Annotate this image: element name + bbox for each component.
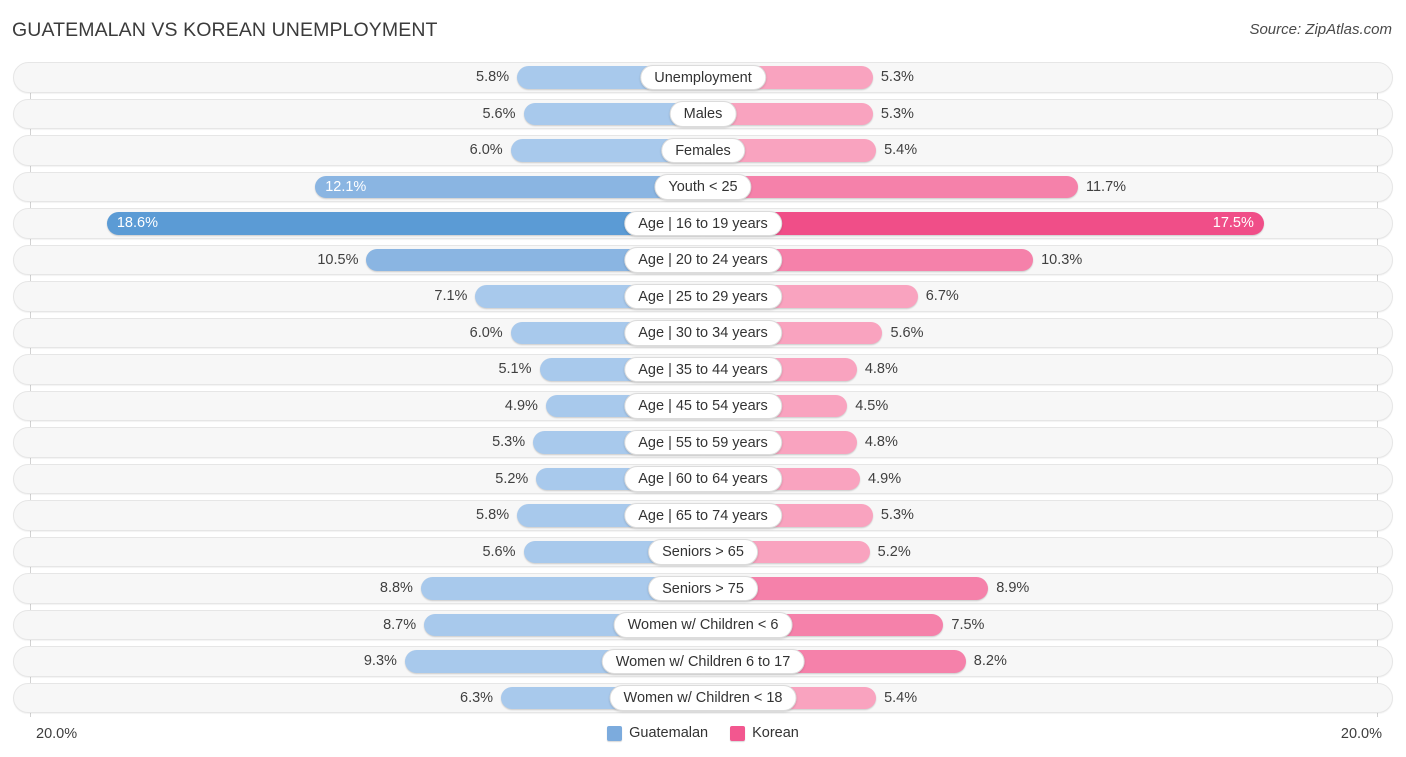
category-label-pill[interactable]: Seniors > 65	[648, 539, 758, 565]
value-label-guatemalan: 7.1%	[434, 288, 468, 304]
category-label-pill[interactable]: Seniors > 75	[648, 575, 758, 601]
legend-swatch-icon	[607, 725, 623, 741]
value-label-guatemalan: 6.0%	[469, 142, 503, 158]
value-label-guatemalan: 6.0%	[469, 324, 503, 341]
chart-footer: 20.0% 20.0% Guatemalan Korean	[0, 717, 1406, 757]
value-label-guatemalan: 18.6%	[116, 215, 158, 231]
category-label-pill[interactable]: Women w/ Children < 6	[613, 612, 793, 638]
chart-row: 12.1% 11.7% Youth < 25	[0, 171, 1406, 202]
category-label-pill[interactable]: Age | 60 to 64 years	[624, 466, 782, 492]
category-label-pill[interactable]: Males	[669, 101, 737, 127]
chart-page: GUATEMALAN VS KOREAN UNEMPLOYMENT Source…	[0, 0, 1406, 757]
chart-row: 8.7% 7.5% Women w/ Children < 6	[0, 609, 1406, 640]
category-label-pill[interactable]: Unemployment	[640, 64, 766, 90]
chart-row: 5.2% 4.9% Age | 60 to 64 years	[0, 463, 1406, 494]
chart-row: 6.0% 5.4% Females	[0, 135, 1406, 166]
chart-header: GUATEMALAN VS KOREAN UNEMPLOYMENT Source…	[0, 0, 1406, 60]
source-attribution: Source: ZipAtlas.com	[1249, 21, 1392, 38]
chart-row: 4.9% 4.5% Age | 45 to 54 years	[0, 390, 1406, 421]
legend-label: Korean	[752, 725, 799, 741]
value-label-korean: 5.2%	[877, 543, 911, 560]
bar-korean[interactable]	[703, 175, 1078, 198]
value-label-guatemalan: 6.3%	[460, 689, 494, 706]
value-label-korean: 17.5%	[1212, 215, 1254, 231]
chart-row: 18.6% 17.5% Age | 16 to 19 years	[0, 208, 1406, 239]
value-label-korean: 11.7%	[1085, 178, 1127, 195]
value-label-korean: 7.5%	[951, 616, 985, 633]
value-label-guatemalan: 5.8%	[476, 69, 510, 85]
chart-row: 5.3% 4.8% Age | 55 to 59 years	[0, 427, 1406, 458]
chart-row: 8.8% 8.9% Seniors > 75	[0, 573, 1406, 604]
chart-plot-area: 5.8% 5.3% Unemployment 5.6% 5.3% Males 6.0% 5.4…	[0, 62, 1406, 717]
chart-row: 7.1% 6.7% Age | 25 to 29 years	[0, 281, 1406, 312]
chart-row: 5.8% 5.3% Age | 65 to 74 years	[0, 500, 1406, 531]
value-label-korean: 4.9%	[868, 470, 902, 487]
value-label-guatemalan: 9.3%	[363, 653, 397, 669]
value-label-guatemalan: 10.5%	[317, 251, 359, 268]
category-label-pill[interactable]: Age | 30 to 34 years	[624, 320, 782, 346]
value-label-korean: 6.7%	[925, 288, 959, 304]
value-label-korean: 4.8%	[864, 361, 898, 377]
category-label-pill[interactable]: Females	[661, 137, 745, 163]
value-label-guatemalan: 5.8%	[476, 507, 510, 523]
chart-row: 10.5% 10.3% Age | 20 to 24 years	[0, 244, 1406, 275]
category-label-pill[interactable]: Age | 20 to 24 years	[624, 247, 782, 273]
chart-row: 5.1% 4.8% Age | 35 to 44 years	[0, 354, 1406, 385]
value-label-korean: 4.8%	[864, 434, 898, 450]
value-label-korean: 5.6%	[890, 324, 924, 341]
value-label-korean: 8.9%	[996, 580, 1030, 596]
chart-row: 5.6% 5.2% Seniors > 65	[0, 536, 1406, 567]
category-label-pill[interactable]: Women w/ Children < 18	[609, 685, 797, 711]
category-label-pill[interactable]: Women w/ Children 6 to 17	[601, 648, 805, 674]
chart-row: 5.6% 5.3% Males	[0, 98, 1406, 129]
value-label-guatemalan: 5.6%	[482, 105, 516, 122]
value-label-guatemalan: 5.1%	[498, 361, 532, 377]
page-title: GUATEMALAN VS KOREAN UNEMPLOYMENT	[12, 19, 438, 41]
value-label-guatemalan: 12.1%	[325, 178, 367, 195]
value-label-guatemalan: 8.7%	[383, 616, 417, 633]
chart-legend: Guatemalan Korean	[0, 725, 1406, 741]
value-label-korean: 5.4%	[884, 142, 918, 158]
category-label-pill[interactable]: Age | 55 to 59 years	[624, 429, 782, 455]
category-label-pill[interactable]: Age | 45 to 54 years	[624, 393, 782, 419]
chart-row: 5.8% 5.3% Unemployment	[0, 62, 1406, 93]
value-label-guatemalan: 5.2%	[495, 470, 529, 487]
value-label-korean: 5.4%	[884, 689, 918, 706]
value-label-guatemalan: 5.3%	[492, 434, 526, 450]
legend-item[interactable]: Guatemalan	[607, 725, 708, 741]
value-label-guatemalan: 5.6%	[482, 543, 516, 560]
chart-row: 6.3% 5.4% Women w/ Children < 18	[0, 682, 1406, 713]
category-label-pill[interactable]: Youth < 25	[654, 174, 752, 200]
value-label-korean: 5.3%	[880, 507, 914, 523]
value-label-korean: 4.5%	[855, 397, 889, 414]
value-label-korean: 5.3%	[880, 105, 914, 122]
value-label-guatemalan: 4.9%	[504, 397, 538, 414]
category-label-pill[interactable]: Age | 25 to 29 years	[624, 283, 782, 309]
value-label-korean: 5.3%	[880, 69, 914, 85]
chart-row: 6.0% 5.6% Age | 30 to 34 years	[0, 317, 1406, 348]
legend-swatch-icon	[730, 725, 746, 741]
category-label-pill[interactable]: Age | 65 to 74 years	[624, 502, 782, 528]
chart-rows: 5.8% 5.3% Unemployment 5.6% 5.3% Males 6.0% 5.4…	[0, 62, 1406, 719]
legend-label: Guatemalan	[629, 725, 709, 741]
chart-row: 9.3% 8.2% Women w/ Children 6 to 17	[0, 646, 1406, 677]
value-label-guatemalan: 8.8%	[379, 580, 413, 596]
category-label-pill[interactable]: Age | 16 to 19 years	[624, 210, 782, 236]
value-label-korean: 8.2%	[973, 653, 1007, 669]
value-label-korean: 10.3%	[1041, 251, 1083, 268]
legend-item[interactable]: Korean	[730, 725, 799, 741]
category-label-pill[interactable]: Age | 35 to 44 years	[624, 356, 782, 382]
